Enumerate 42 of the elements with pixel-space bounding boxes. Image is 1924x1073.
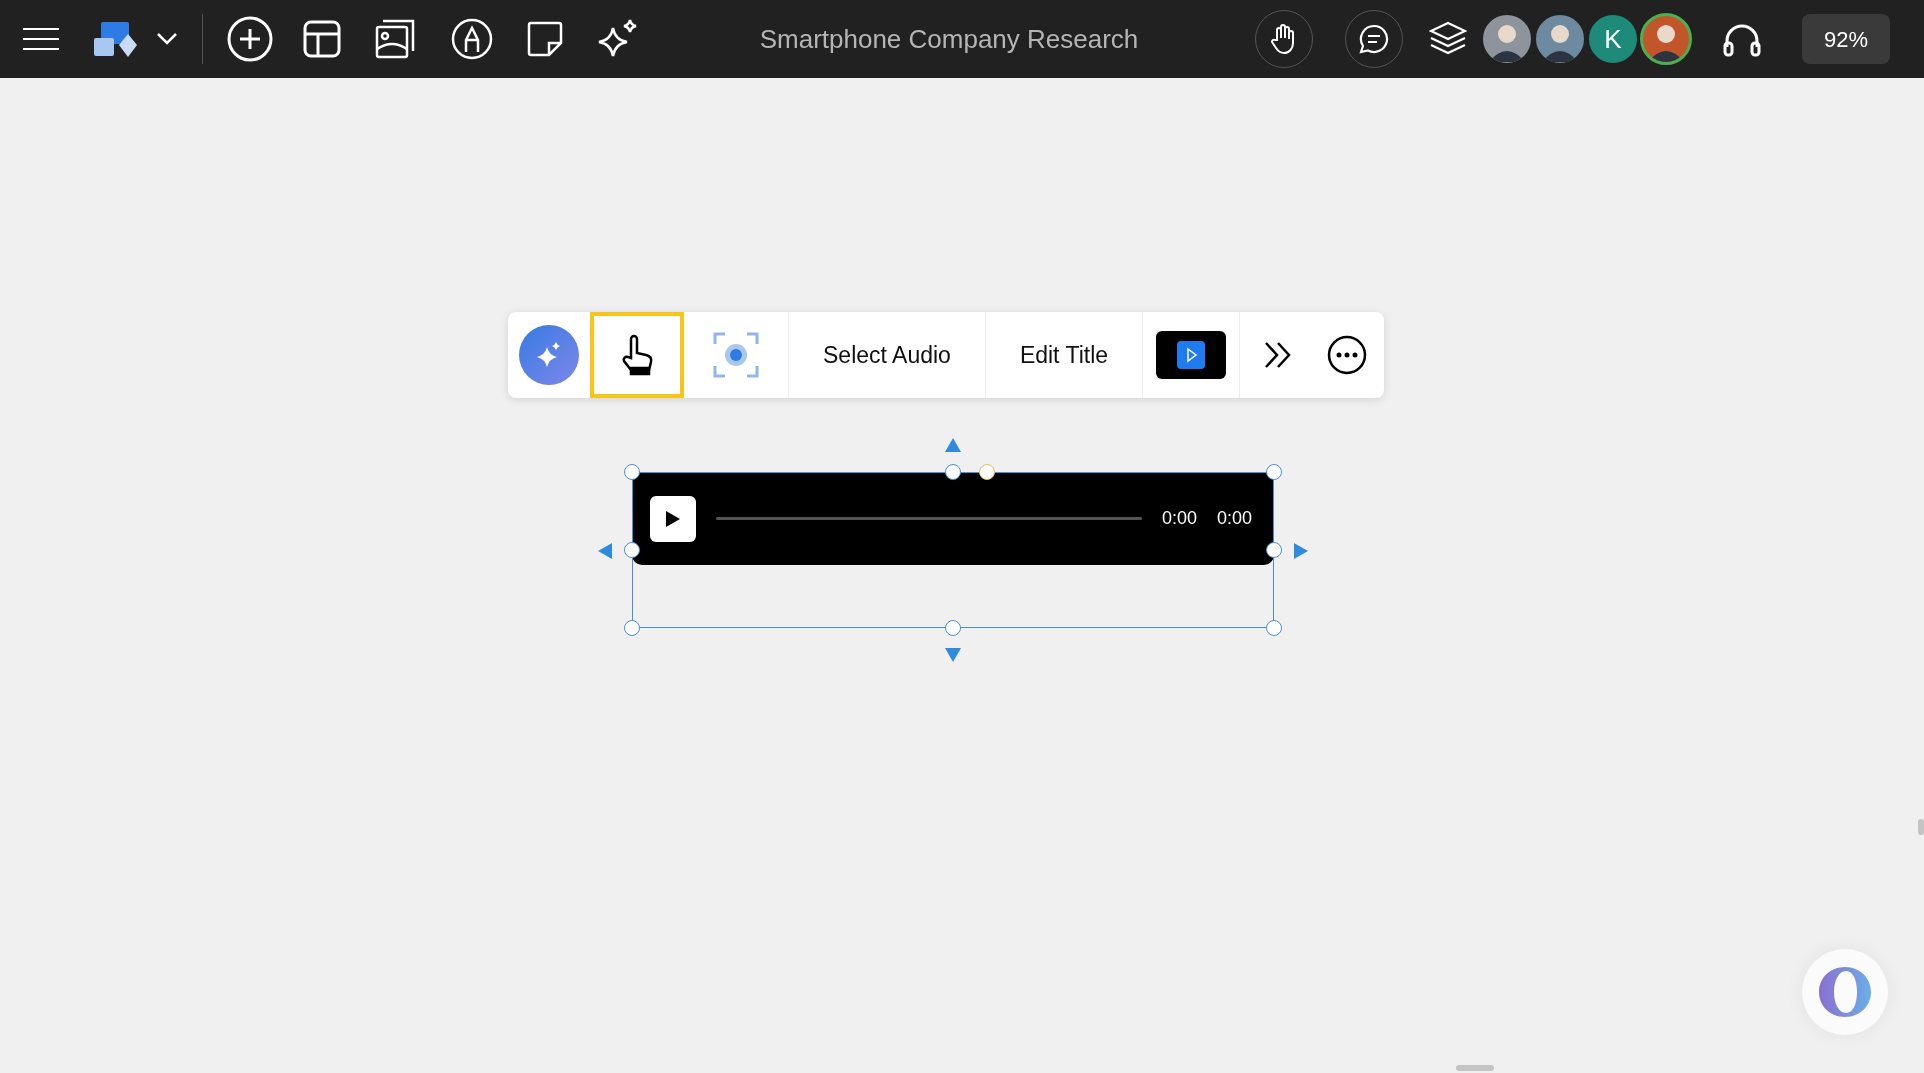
image-icon[interactable] [375,19,415,59]
scrollbar-thumb[interactable] [1456,1065,1494,1071]
layers-icon[interactable] [1429,21,1467,57]
resize-handle[interactable] [1266,620,1282,636]
toolbar-button[interactable]: Edit Title [985,312,1143,398]
current-time: 0:00 [1162,507,1198,530]
hand-icon [1271,24,1297,54]
arrow-up-icon[interactable] [945,438,961,452]
pen-icon[interactable] [451,18,493,60]
user-avatar[interactable] [1640,13,1692,65]
document-title: Smartphone Company Research [758,22,1140,56]
more-icon [1327,335,1368,375]
pointer-button[interactable] [590,312,684,398]
ring-icon [1818,966,1872,1018]
resize-handle[interactable] [624,464,640,480]
play-button[interactable] [650,495,696,542]
arrow-right-icon[interactable] [1294,543,1308,559]
progress-track[interactable] [716,517,1142,520]
rotate-handle[interactable] [979,464,995,480]
resize-handle[interactable] [945,620,961,636]
resize-handle[interactable] [624,620,640,636]
add-icon[interactable] [227,16,273,62]
toolbar-button[interactable]: Select Audio [789,312,985,398]
sticky-note-icon[interactable] [527,21,563,57]
app-logo-icon[interactable] [94,20,138,58]
layout-icon[interactable] [303,20,341,58]
resize-handle[interactable] [624,542,640,558]
resize-handle[interactable] [1266,464,1282,480]
target-icon [713,332,759,378]
menu-icon[interactable] [22,27,60,51]
user-avatar[interactable]: K [1587,13,1639,65]
zoom-level[interactable]: 92% [1802,14,1890,64]
resize-handle[interactable] [945,464,961,480]
play-icon [666,510,680,527]
arrow-left-icon[interactable] [598,543,612,559]
chevron-down-icon[interactable] [156,32,178,46]
resize-handle[interactable] [1266,542,1282,558]
duration-time: 0:00 [1217,507,1253,530]
scrollbar-thumb[interactable] [1918,819,1924,835]
play-icon [1177,341,1206,369]
comment-icon [1358,23,1390,55]
arrow-down-icon[interactable] [945,648,961,662]
